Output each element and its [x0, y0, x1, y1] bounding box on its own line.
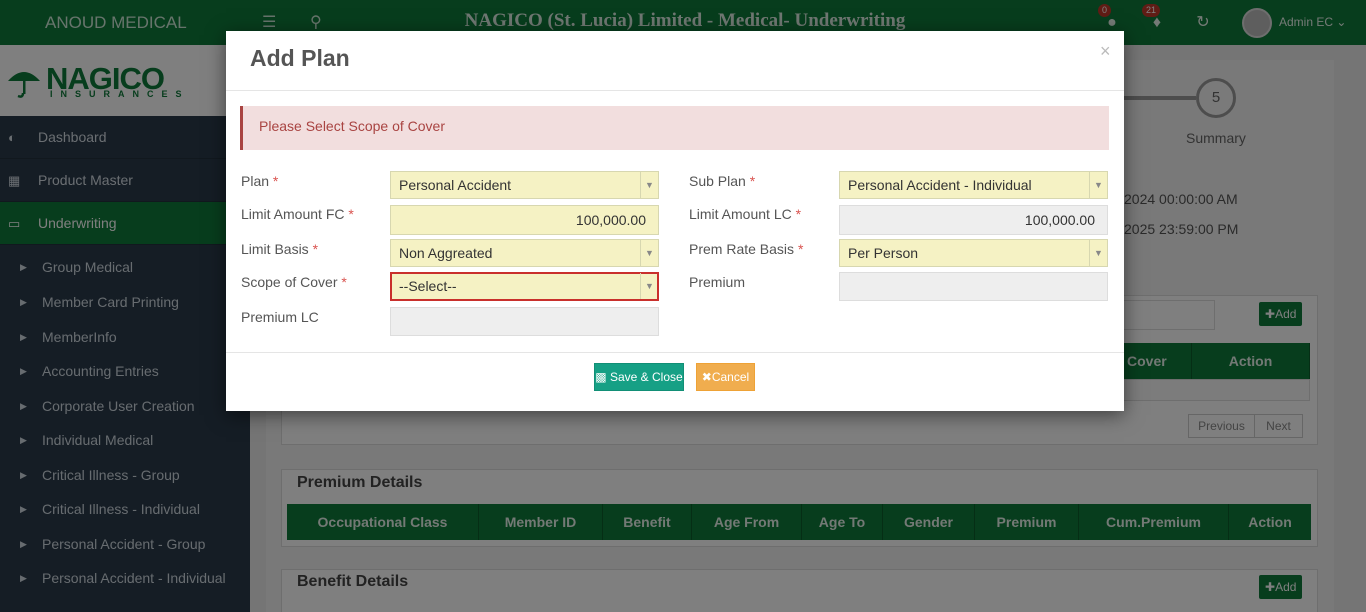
scope-of-cover-select[interactable]: --Select-- ▼ [390, 272, 659, 301]
chevron-down-icon: ▼ [640, 172, 658, 198]
required-marker: * [795, 206, 802, 222]
scope-of-cover-select-value: --Select-- [399, 278, 457, 294]
sub-plan-label: Sub Plan * [689, 173, 755, 189]
premium-lc-label: Premium LC [241, 309, 319, 325]
times-circle-icon: ✖ [701, 370, 712, 384]
sub-plan-select-value: Personal Accident - Individual [848, 177, 1032, 193]
required-marker: * [749, 173, 756, 189]
close-icon[interactable]: × [1100, 41, 1111, 62]
limit-lc-label-text: Limit Amount LC [689, 206, 792, 222]
limit-basis-label-text: Limit Basis [241, 241, 309, 257]
limit-basis-label: Limit Basis * [241, 241, 318, 257]
scope-of-cover-label: Scope of Cover * [241, 274, 347, 290]
required-marker: * [341, 274, 347, 290]
premium-label: Premium [689, 274, 746, 290]
divider [226, 90, 1124, 91]
chevron-down-icon: ▼ [640, 273, 658, 299]
plan-select[interactable]: Personal Accident ▼ [390, 171, 659, 199]
prem-rate-basis-select-value: Per Person [848, 245, 919, 261]
premium-input[interactable] [839, 272, 1108, 301]
chevron-down-icon: ▼ [1089, 240, 1107, 266]
cancel-label: Cancel [711, 370, 750, 384]
chevron-down-icon: ▼ [640, 240, 658, 266]
add-plan-modal: Add Plan × Please Select Scope of Cover … [226, 31, 1124, 411]
scope-of-cover-label-text: Scope of Cover [241, 274, 338, 290]
required-marker: * [312, 241, 319, 257]
prem-rate-basis-select[interactable]: Per Person ▼ [839, 239, 1108, 267]
save-label: Save & Close [609, 370, 683, 384]
floppy-disk-icon: ▩ [595, 370, 607, 384]
save-and-close-button[interactable]: ▩ Save & Close [594, 363, 684, 391]
prem-rate-basis-label: Prem Rate Basis * [689, 241, 803, 257]
required-marker: * [272, 173, 279, 189]
limit-basis-select[interactable]: Non Aggreated ▼ [390, 239, 659, 267]
sub-plan-label-text: Sub Plan [689, 173, 746, 189]
limit-amount-lc-input[interactable]: 100,000.00 [839, 205, 1108, 235]
limit-lc-label: Limit Amount LC * [689, 206, 801, 222]
limit-fc-label-text: Limit Amount FC [241, 206, 345, 222]
modal-title: Add Plan [250, 45, 350, 71]
limit-fc-label: Limit Amount FC * [241, 206, 354, 222]
limit-basis-select-value: Non Aggreated [399, 245, 493, 261]
sub-plan-select[interactable]: Personal Accident - Individual ▼ [839, 171, 1108, 199]
limit-amount-fc-input[interactable]: 100,000.00 [390, 205, 659, 235]
required-marker: * [348, 206, 354, 222]
plan-label-text: Plan [241, 173, 270, 189]
plan-select-value: Personal Accident [399, 177, 512, 193]
plan-label: Plan * [241, 173, 278, 189]
prem-rate-basis-label-text: Prem Rate Basis [689, 241, 795, 257]
cancel-button[interactable]: ✖Cancel [696, 363, 755, 391]
validation-alert: Please Select Scope of Cover [240, 106, 1109, 150]
required-marker: * [797, 241, 804, 257]
divider [226, 352, 1124, 353]
premium-lc-input[interactable] [390, 307, 659, 336]
chevron-down-icon: ▼ [1089, 172, 1107, 198]
